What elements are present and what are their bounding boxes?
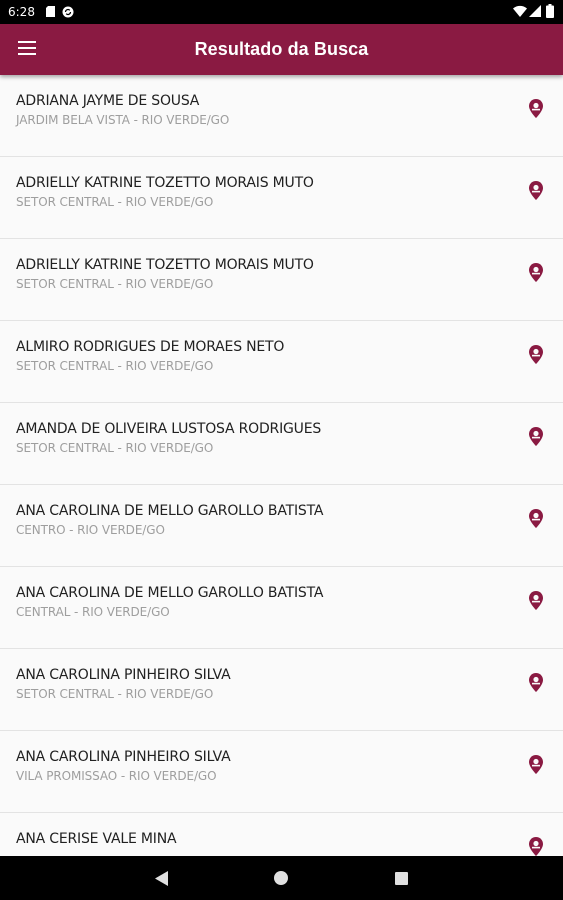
map-pin-icon[interactable] [529,345,543,364]
result-address: SETOR CENTRAL - RIO VERDE/GO [16,441,214,455]
list-item[interactable]: ANA CAROLINA DE MELLO GAROLLO BATISTA CEN… [0,567,563,649]
navigation-bar [0,856,563,900]
map-pin-icon[interactable] [529,837,543,856]
result-name: ANA CAROLINA DE MELLO GAROLLO BATISTA [16,585,324,601]
map-pin-icon[interactable] [529,509,543,528]
results-list[interactable]: ADRIANA JAYME DE SOUSA JARDIM BELA VISTA … [0,75,563,856]
list-item[interactable]: ANA CAROLINA PINHEIRO SILVA SETOR CENTRAL… [0,649,563,731]
result-name: ANA CAROLINA DE MELLO GAROLLO BATISTA [16,503,324,519]
list-item[interactable]: ADRIELLY KATRINE TOZETTO MORAIS MUTO SETO… [0,239,563,321]
list-item[interactable]: ANA CAROLINA DE MELLO GAROLLO BATISTA CEN… [0,485,563,567]
result-address: CENTRO - RIO VERDE/GO [16,523,165,537]
signal-icon [529,5,541,17]
map-pin-icon[interactable] [529,263,543,282]
result-name: ANA CAROLINA PINHEIRO SILVA [16,667,231,683]
app-bar: Resultado da Busca [0,24,563,75]
map-pin-icon[interactable] [529,427,543,446]
wifi-icon [513,5,527,17]
map-pin-icon[interactable] [529,755,543,774]
map-pin-icon[interactable] [529,591,543,610]
list-item[interactable]: ANA CAROLINA PINHEIRO SILVA VILA PROMISSA… [0,731,563,813]
result-name: ADRIELLY KATRINE TOZETTO MORAIS MUTO [16,257,314,273]
result-name: AMANDA DE OLIVEIRA LUSTOSA RODRIGUES [16,421,322,437]
result-name: ADRIANA JAYME DE SOUSA [16,93,200,109]
result-address: CENTRAL - RIO VERDE/GO [16,605,170,619]
list-item[interactable]: AMANDA DE OLIVEIRA LUSTOSA RODRIGUES SETO… [0,403,563,485]
map-pin-icon[interactable] [529,673,543,692]
status-bar: 6:28 [0,0,563,24]
result-name: ANA CAROLINA PINHEIRO SILVA [16,749,231,765]
result-name: ALMIRO RODRIGUES DE MORAES NETO [16,339,285,355]
battery-icon [546,4,554,18]
list-item[interactable]: ADRIELLY KATRINE TOZETTO MORAIS MUTO SETO… [0,157,563,239]
list-item[interactable]: ALMIRO RODRIGUES DE MORAES NETO SETOR CEN… [0,321,563,403]
back-nav-icon[interactable] [155,871,168,886]
result-name: ADRIELLY KATRINE TOZETTO MORAIS MUTO [16,175,314,191]
map-pin-icon[interactable] [529,99,543,118]
result-address: SETOR CENTRAL - RIO VERDE/GO [16,195,214,209]
result-address: VILA PROMISSAO - RIO VERDE/GO [16,769,217,783]
home-nav-icon[interactable] [274,871,288,885]
status-time: 6:28 [8,5,35,19]
page-title: Resultado da Busca [194,39,369,59]
result-name: ANA CERISE VALE MINA [16,831,177,847]
result-address: SETOR CENTRAL - RIO VERDE/GO [16,277,214,291]
result-address: SETOR CENTRAL - RIO VERDE/GO [16,359,214,373]
result-address: JARDIM BELA VISTA - RIO VERDE/GO [16,113,230,127]
recents-nav-icon[interactable] [395,872,408,885]
map-pin-icon[interactable] [529,181,543,200]
sync-icon [62,6,74,18]
result-address: SETOR CENTRAL - RIO VERDE/GO [16,687,214,701]
sd-card-icon [46,6,55,17]
list-item[interactable]: ADRIANA JAYME DE SOUSA JARDIM BELA VISTA … [0,75,563,157]
list-item[interactable]: ANA CERISE VALE MINA [0,813,563,856]
